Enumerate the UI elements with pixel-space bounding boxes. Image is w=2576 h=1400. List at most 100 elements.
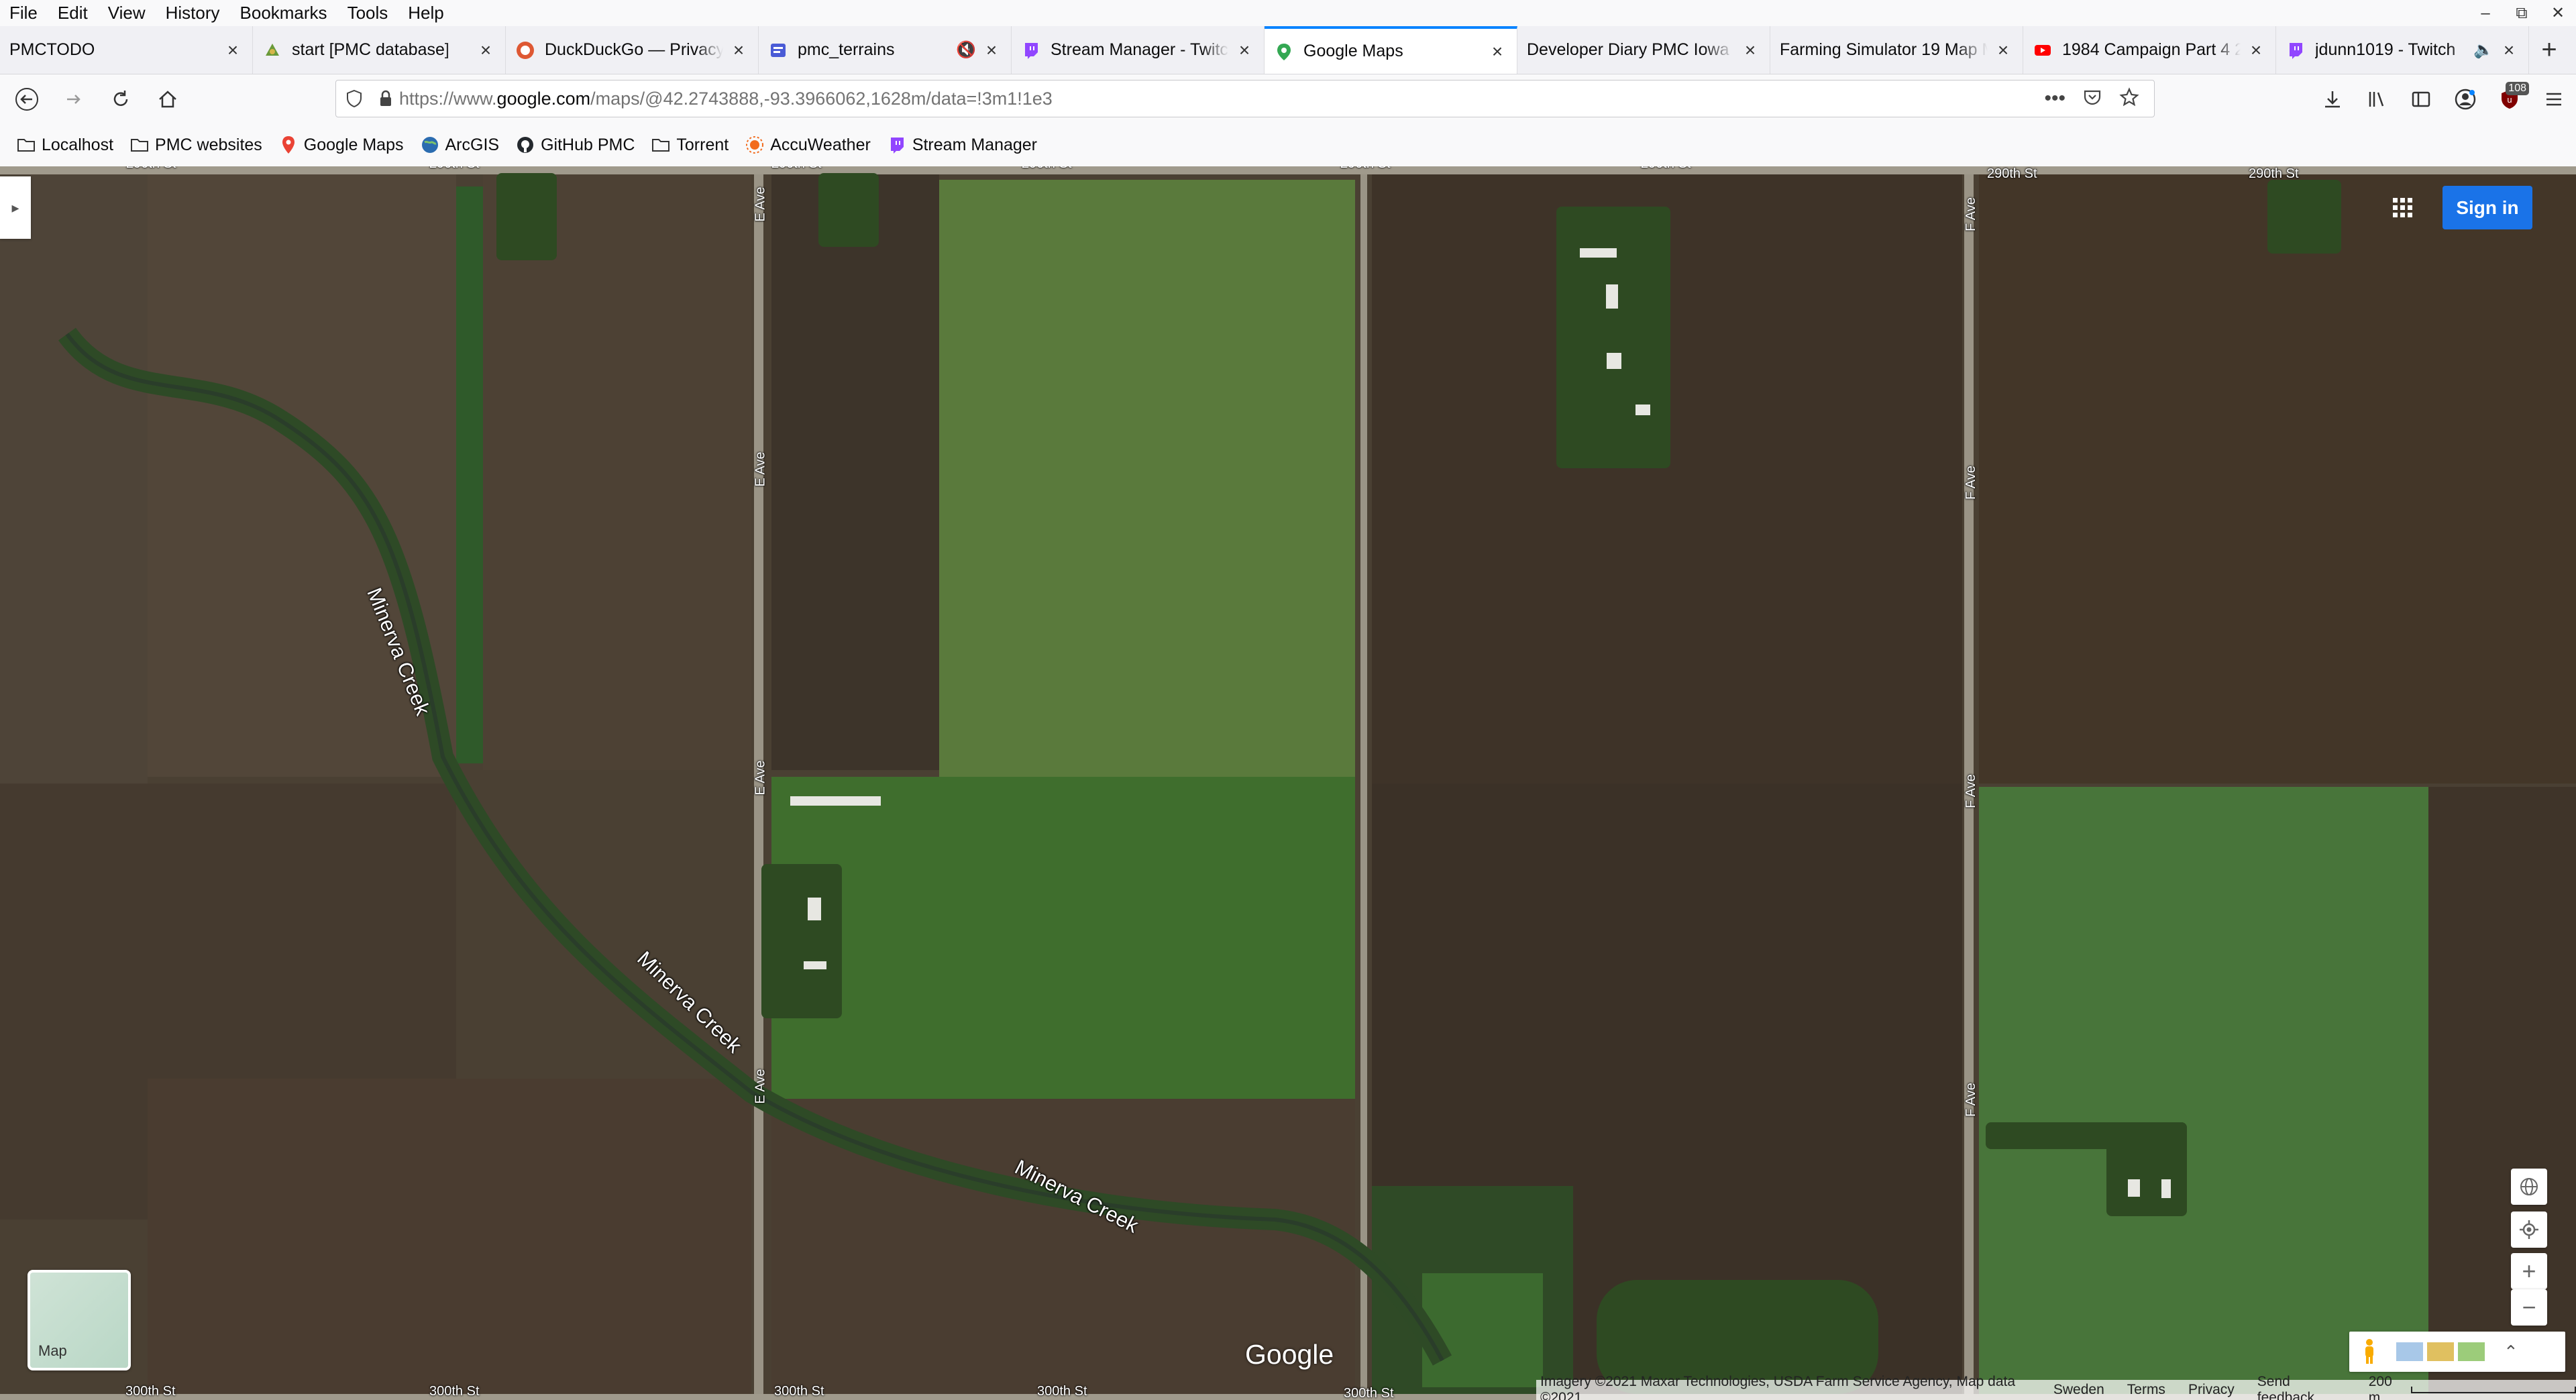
close-tab-icon[interactable]: ×	[1487, 41, 1507, 62]
my-location-button[interactable]	[2511, 1211, 2547, 1248]
pocket-icon[interactable]	[2083, 88, 2102, 110]
menu-bookmarks[interactable]: Bookmarks	[230, 0, 337, 26]
bookmark-pmc-websites[interactable]: PMC websites	[121, 126, 270, 164]
pegman-icon[interactable]	[2349, 1338, 2390, 1365]
bookmark-label: Stream Manager	[912, 135, 1038, 154]
restore-button[interactable]: ⧉	[2504, 0, 2540, 26]
menu-tools[interactable]: Tools	[337, 0, 398, 26]
back-button[interactable]	[7, 79, 47, 119]
document-icon	[768, 40, 788, 60]
google-apps-button[interactable]	[2387, 192, 2419, 224]
close-tab-icon[interactable]: ×	[476, 40, 496, 60]
tab-duckduckgo[interactable]: DuckDuckGo — Privacy ×	[506, 26, 759, 74]
forward-button[interactable]	[54, 79, 94, 119]
bookmark-localhost[interactable]: Localhost	[0, 126, 121, 164]
lock-icon[interactable]	[372, 90, 399, 107]
account-icon	[2455, 89, 2476, 109]
close-tab-icon[interactable]: ×	[729, 40, 749, 60]
field-parcel	[2428, 787, 2576, 1394]
tab-pmc-terrains[interactable]: pmc_terrains 🔇 ×	[759, 26, 1012, 74]
scale-bar	[2410, 1387, 2576, 1393]
sun-icon	[745, 135, 765, 155]
close-tab-icon[interactable]: ×	[1234, 40, 1254, 60]
bookmark-stream-manager[interactable]: Stream Manager	[879, 126, 1045, 164]
muted-icon[interactable]: 🔇	[956, 40, 976, 60]
menu-help[interactable]: Help	[398, 0, 453, 26]
page-actions-menu-icon[interactable]: •••	[2044, 87, 2065, 110]
reload-button[interactable]	[101, 79, 141, 119]
layer-label: Map	[38, 1342, 67, 1359]
farm-building	[1606, 284, 1618, 309]
tracking-protection-shield-icon[interactable]	[336, 89, 372, 108]
tab-jdunn1019-twitch[interactable]: jdunn1019 - Twitch 🔈 ×	[2276, 26, 2529, 74]
country-link[interactable]: Sweden	[2053, 1382, 2104, 1398]
account-button[interactable]	[2443, 79, 2487, 119]
close-tab-icon[interactable]: ×	[2246, 40, 2266, 60]
youtube-icon	[2033, 40, 2053, 60]
imagery-thumbnail-icon[interactable]	[2427, 1342, 2454, 1361]
bookmark-arcgis[interactable]: ArcGIS	[412, 126, 508, 164]
url-text[interactable]: https://www.google.com/maps/@42.2743888,…	[399, 89, 2044, 109]
ublock-extension-button[interactable]: u 108	[2487, 79, 2532, 119]
imagery-thumbnail-icon[interactable]	[2458, 1342, 2485, 1361]
close-tab-icon[interactable]: ×	[2499, 40, 2519, 60]
close-tab-icon[interactable]: ×	[981, 40, 1002, 60]
side-panel-toggle[interactable]: ▸	[0, 176, 31, 239]
bookmark-accuweather[interactable]: AccuWeather	[737, 126, 879, 164]
tab-label: 1984 Campaign Part 4 2	[2062, 40, 2241, 59]
hamburger-menu-button[interactable]	[2532, 79, 2576, 119]
imagery-thumbnail-icon[interactable]	[2396, 1342, 2423, 1361]
farm-building	[2161, 1179, 2171, 1198]
home-button[interactable]	[148, 79, 188, 119]
twitch-icon	[2286, 40, 2306, 60]
globe-view-button[interactable]	[2511, 1169, 2547, 1205]
url-prefix: https://www.	[399, 88, 497, 109]
tab-1984-campaign[interactable]: 1984 Campaign Part 4 2 ×	[2023, 26, 2276, 74]
library-button[interactable]	[2355, 79, 2399, 119]
road-label-f-ave: F Ave	[1963, 197, 1978, 231]
send-feedback-link[interactable]: Send feedback	[2257, 1374, 2346, 1400]
sidebar-button[interactable]	[2399, 79, 2443, 119]
menu-bar: File Edit View History Bookmarks Tools H…	[0, 0, 2576, 26]
bookmark-github-pmc[interactable]: GitHub PMC	[507, 126, 643, 164]
zoom-out-button[interactable]: −	[2511, 1289, 2547, 1326]
tab-google-maps[interactable]: Google Maps ×	[1265, 26, 1517, 74]
sign-in-button[interactable]: Sign in	[2443, 186, 2532, 229]
bookmark-star-icon[interactable]	[2119, 87, 2139, 111]
speaker-icon[interactable]: 🔈	[2473, 40, 2493, 60]
terms-link[interactable]: Terms	[2127, 1382, 2165, 1398]
tab-pmctodo[interactable]: PMCTODO ×	[0, 26, 253, 74]
close-window-button[interactable]: ✕	[2540, 0, 2576, 26]
menu-file[interactable]: File	[0, 0, 48, 26]
map-layer-toggle[interactable]: Map	[28, 1270, 131, 1370]
window-controls: – ⧉ ✕	[2467, 0, 2576, 26]
minimize-button[interactable]: –	[2467, 0, 2504, 26]
bookmark-label: Localhost	[42, 135, 114, 154]
zoom-in-button[interactable]: +	[2511, 1253, 2547, 1289]
tab-farming-simulator[interactable]: Farming Simulator 19 Map M ×	[1770, 26, 2023, 74]
road-label-e-ave: E Ave	[753, 451, 768, 487]
tab-label: DuckDuckGo — Privacy	[545, 40, 723, 59]
menu-history[interactable]: History	[156, 0, 230, 26]
bookmark-torrent[interactable]: Torrent	[643, 126, 737, 164]
menu-edit[interactable]: Edit	[48, 0, 98, 26]
downloads-button[interactable]	[2310, 79, 2355, 119]
farmstead	[818, 173, 879, 247]
tab-stream-manager[interactable]: Stream Manager - Twitch ×	[1012, 26, 1265, 74]
new-tab-button[interactable]: +	[2529, 26, 2569, 74]
close-tab-icon[interactable]: ×	[1993, 40, 2013, 60]
satellite-map[interactable]: 290th St 290th St 290th St 290th St 290t…	[0, 166, 2576, 1400]
chevron-up-icon[interactable]: ⌃	[2504, 1342, 2518, 1362]
privacy-link[interactable]: Privacy	[2188, 1382, 2235, 1398]
tab-developer-diary[interactable]: Developer Diary PMC Iowa C ×	[1517, 26, 1770, 74]
my-location-icon	[2520, 1220, 2538, 1239]
close-tab-icon[interactable]: ×	[223, 40, 243, 60]
farm-building	[808, 898, 821, 920]
menu-view[interactable]: View	[98, 0, 156, 26]
map-scale[interactable]: 200 m	[2369, 1374, 2576, 1400]
tab-pmc-database[interactable]: start [PMC database] ×	[253, 26, 506, 74]
farm-building	[1635, 405, 1650, 415]
close-tab-icon[interactable]: ×	[1740, 40, 1760, 60]
bookmark-google-maps[interactable]: Google Maps	[270, 126, 412, 164]
url-bar[interactable]: https://www.google.com/maps/@42.2743888,…	[335, 80, 2155, 117]
